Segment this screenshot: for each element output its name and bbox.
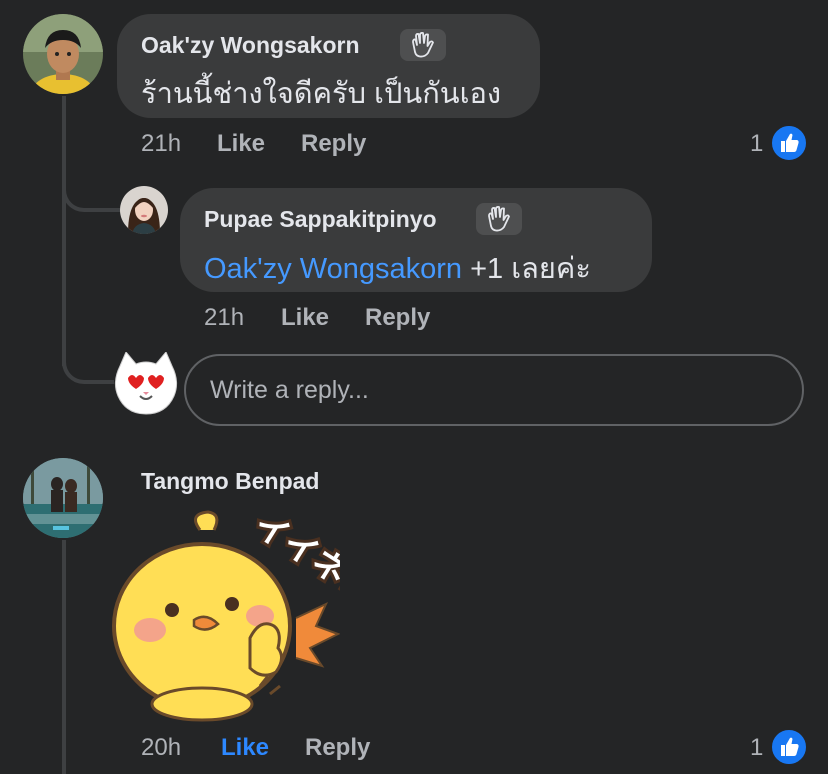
- avatar-pupae[interactable]: [120, 186, 168, 234]
- thread-line-top: [62, 96, 66, 366]
- waving-hand-icon: [400, 29, 446, 61]
- reaction-count[interactable]: 1: [750, 130, 763, 158]
- reply-bubble-pupae: Pupae Sappakitpinyo Oak'zy Wongsakorn +1…: [180, 188, 652, 292]
- reply-button[interactable]: Reply: [301, 130, 366, 158]
- like-button[interactable]: Like: [281, 304, 329, 332]
- comment-text: ร้านนี้ช่างใจดีครับ เป็นกันเอง: [141, 78, 502, 110]
- waving-hand-icon: [476, 203, 522, 235]
- reply-timestamp[interactable]: 21h: [204, 304, 244, 332]
- comment-timestamp[interactable]: 21h: [141, 130, 181, 158]
- reaction-count[interactable]: 1: [750, 734, 763, 762]
- comments-panel: Oak'zy Wongsakorn ร้านนี้ช่างใจดีครับ เป…: [0, 0, 828, 774]
- comment-author[interactable]: Tangmo Benpad: [141, 468, 319, 495]
- thread-line-bottom: [62, 540, 66, 774]
- reply-text: Oak'zy Wongsakorn +1 เลยค่ะ: [204, 245, 591, 291]
- like-button[interactable]: Like: [221, 734, 269, 762]
- reply-input[interactable]: Write a reply...: [184, 354, 804, 426]
- like-icon[interactable]: [770, 728, 808, 766]
- avatar-tangmo[interactable]: [23, 458, 103, 538]
- avatar-oakzy[interactable]: [23, 14, 103, 94]
- mention-link[interactable]: Oak'zy Wongsakorn: [204, 253, 462, 285]
- comment-bubble-oakzy: Oak'zy Wongsakorn ร้านนี้ช่างใจดีครับ เป…: [117, 14, 540, 118]
- heart-eyes-cat-avatar[interactable]: [112, 352, 180, 416]
- comment-author[interactable]: Oak'zy Wongsakorn: [141, 32, 360, 59]
- reply-input-placeholder: Write a reply...: [210, 376, 369, 404]
- reply-text-body: +1 เลยค่ะ: [462, 253, 591, 285]
- reply-button[interactable]: Reply: [365, 304, 430, 332]
- reply-button[interactable]: Reply: [305, 734, 370, 762]
- like-button[interactable]: Like: [217, 130, 265, 158]
- thread-connector-reply: [62, 176, 122, 212]
- reply-author[interactable]: Pupae Sappakitpinyo: [204, 206, 437, 233]
- thread-connector-replybox: [62, 346, 114, 384]
- chick-sticker: イイネ!: [110, 502, 370, 724]
- comment-timestamp[interactable]: 20h: [141, 734, 181, 762]
- like-icon[interactable]: [770, 124, 808, 162]
